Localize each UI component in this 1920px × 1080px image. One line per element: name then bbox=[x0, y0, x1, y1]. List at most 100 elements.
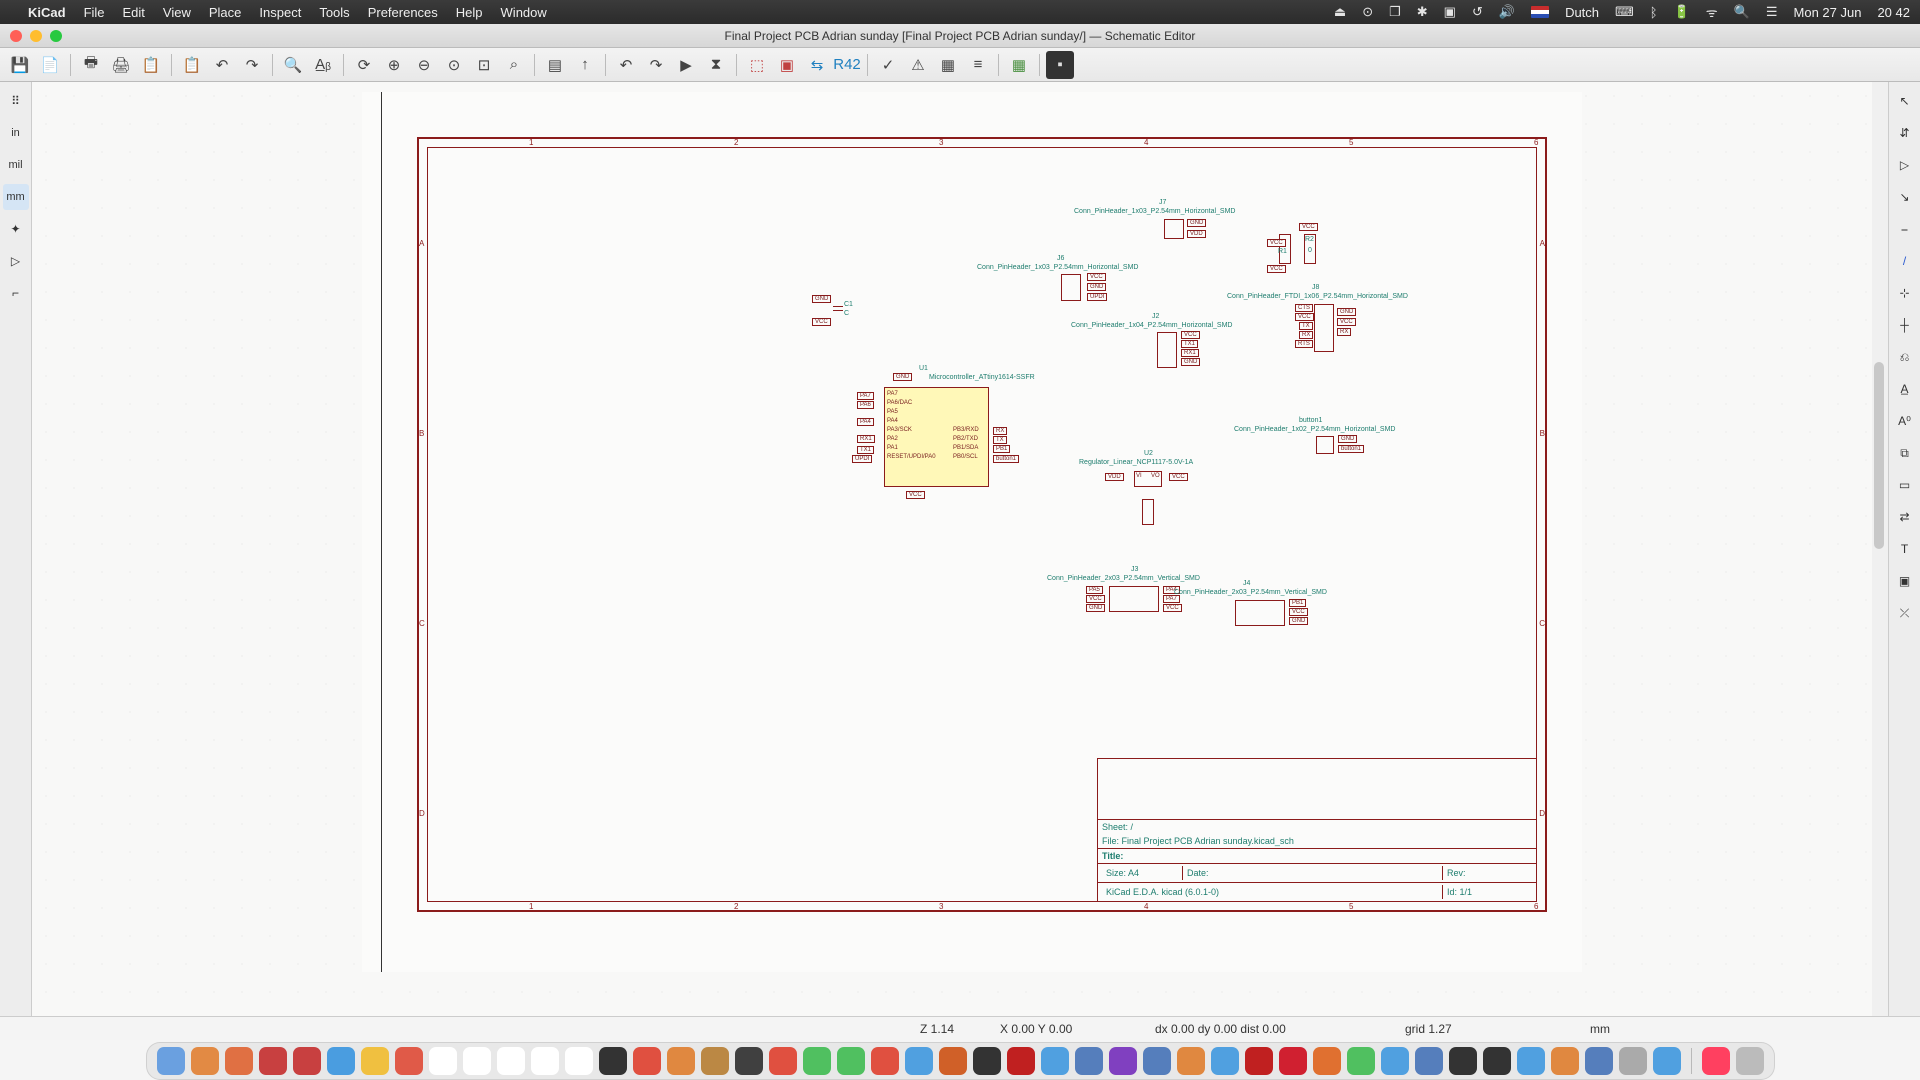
flag-icon[interactable] bbox=[1531, 6, 1549, 18]
dock-app[interactable] bbox=[1041, 1047, 1069, 1075]
redo-button[interactable]: ↷ bbox=[238, 51, 266, 79]
mirror-v-button[interactable]: ⧗ bbox=[702, 51, 730, 79]
dock-app[interactable] bbox=[429, 1047, 457, 1075]
dock-app[interactable] bbox=[1483, 1047, 1511, 1075]
dock-app[interactable] bbox=[1736, 1047, 1764, 1075]
add-label-tool[interactable]: ⎌ bbox=[1892, 344, 1918, 370]
paste-button[interactable]: 📋 bbox=[137, 51, 165, 79]
units-in-button[interactable]: in bbox=[3, 120, 29, 146]
page-settings-button[interactable]: 📄 bbox=[36, 51, 64, 79]
zoom-button[interactable] bbox=[50, 30, 62, 42]
add-bus-tool[interactable]: / bbox=[1892, 248, 1918, 274]
search-icon[interactable]: 🔍 bbox=[1734, 4, 1750, 20]
pcb-editor-button[interactable]: ▦ bbox=[1005, 51, 1033, 79]
add-sheet-tool[interactable]: ▭ bbox=[1892, 472, 1918, 498]
add-wire-tool[interactable]: ⎯ bbox=[1892, 216, 1918, 242]
zoom-out-button[interactable]: ⊖ bbox=[410, 51, 438, 79]
status-icon[interactable]: ▣ bbox=[1444, 4, 1456, 20]
dock-app[interactable] bbox=[803, 1047, 831, 1075]
wifi-icon[interactable]: ᯤ bbox=[1706, 3, 1718, 21]
control-center-icon[interactable]: ☰ bbox=[1766, 4, 1778, 20]
menu-file[interactable]: File bbox=[84, 5, 105, 20]
dock-app[interactable] bbox=[973, 1047, 1001, 1075]
volume-icon[interactable]: 🔊 bbox=[1499, 4, 1515, 20]
dock-app[interactable] bbox=[1551, 1047, 1579, 1075]
close-button[interactable] bbox=[10, 30, 22, 42]
import-sheet-tool[interactable]: ⇄ bbox=[1892, 504, 1918, 530]
dock-app[interactable] bbox=[1702, 1047, 1730, 1075]
dock-app[interactable] bbox=[1347, 1047, 1375, 1075]
add-junction-tool[interactable]: ┼ bbox=[1892, 312, 1918, 338]
schematic-canvas[interactable]: 1 2 3 4 5 6 1 2 3 4 5 6 A B C D A B C D … bbox=[32, 82, 1888, 1016]
add-noconnect-tool[interactable]: ⊹ bbox=[1892, 280, 1918, 306]
erc-button[interactable]: ⚠ bbox=[904, 51, 932, 79]
annotate-button[interactable]: ✓ bbox=[874, 51, 902, 79]
menubar-date[interactable]: Mon 27 Jun bbox=[1794, 5, 1862, 20]
zoom-selection-button[interactable]: ⌕ bbox=[500, 51, 528, 79]
dock-app[interactable] bbox=[1279, 1047, 1307, 1075]
cursor-full-button[interactable]: ✦ bbox=[3, 216, 29, 242]
dock-app[interactable] bbox=[939, 1047, 967, 1075]
menu-help[interactable]: Help bbox=[456, 5, 483, 20]
dock-app[interactable] bbox=[259, 1047, 287, 1075]
menu-preferences[interactable]: Preferences bbox=[368, 5, 438, 20]
dock-app[interactable] bbox=[769, 1047, 797, 1075]
dock-app[interactable] bbox=[735, 1047, 763, 1075]
keyboard-icon[interactable]: ⌨ bbox=[1615, 4, 1634, 20]
dock-app[interactable] bbox=[1109, 1047, 1137, 1075]
scripting-button[interactable]: ▪ bbox=[1046, 51, 1074, 79]
dock-app[interactable] bbox=[1143, 1047, 1171, 1075]
grid-button[interactable]: ⠿ bbox=[3, 88, 29, 114]
bom-button[interactable]: ≡ bbox=[964, 51, 992, 79]
menu-inspect[interactable]: Inspect bbox=[259, 5, 301, 20]
units-mm-button[interactable]: mm bbox=[3, 184, 29, 210]
status-icon[interactable]: ✱ bbox=[1417, 4, 1428, 20]
dock-app[interactable] bbox=[225, 1047, 253, 1075]
rotate-ccw-button[interactable]: ↶ bbox=[612, 51, 640, 79]
save-button[interactable]: 💾 bbox=[6, 51, 34, 79]
dock-app[interactable] bbox=[871, 1047, 899, 1075]
add-symbol-tool[interactable]: ▷ bbox=[1892, 152, 1918, 178]
bluetooth-icon[interactable]: ᛒ bbox=[1650, 5, 1658, 20]
dock-app[interactable] bbox=[361, 1047, 389, 1075]
dock-app[interactable] bbox=[1075, 1047, 1103, 1075]
zoom-objects-button[interactable]: ⊡ bbox=[470, 51, 498, 79]
dock-app[interactable] bbox=[633, 1047, 661, 1075]
add-global-label-tool[interactable]: A⁰ bbox=[1892, 408, 1918, 434]
refresh-button[interactable]: ⟳ bbox=[350, 51, 378, 79]
menubar-time[interactable]: 20 42 bbox=[1877, 5, 1910, 20]
leave-sheet-button[interactable]: ↑ bbox=[571, 51, 599, 79]
switch-pcb-button[interactable]: R42 bbox=[833, 51, 861, 79]
delete-tool[interactable]: ⤫ bbox=[1892, 600, 1918, 626]
dock-app[interactable] bbox=[1517, 1047, 1545, 1075]
highlight-net-tool[interactable]: ⇵ bbox=[1892, 120, 1918, 146]
replace-button[interactable]: A̲ᵦ bbox=[309, 51, 337, 79]
dock-app[interactable] bbox=[701, 1047, 729, 1075]
dock-app[interactable] bbox=[463, 1047, 491, 1075]
update-pcb-button[interactable]: ⇆ bbox=[803, 51, 831, 79]
add-hier-label-tool[interactable]: ⧉ bbox=[1892, 440, 1918, 466]
dock-app[interactable] bbox=[1313, 1047, 1341, 1075]
free-angle-button[interactable]: ⌐ bbox=[3, 280, 29, 306]
app-name[interactable]: KiCad bbox=[28, 5, 66, 20]
add-text-tool[interactable]: T bbox=[1892, 536, 1918, 562]
battery-icon[interactable]: 🔋 bbox=[1674, 4, 1690, 20]
hierarchy-button[interactable]: ▤ bbox=[541, 51, 569, 79]
select-tool[interactable]: ↖ bbox=[1892, 88, 1918, 114]
add-power-tool[interactable]: ↘ bbox=[1892, 184, 1918, 210]
zoom-fit-button[interactable]: ⊙ bbox=[440, 51, 468, 79]
dock-app[interactable] bbox=[531, 1047, 559, 1075]
dock-app[interactable] bbox=[191, 1047, 219, 1075]
dock-app[interactable] bbox=[157, 1047, 185, 1075]
status-icon[interactable]: ⏏ bbox=[1334, 4, 1346, 20]
dock-app[interactable] bbox=[1177, 1047, 1205, 1075]
menu-place[interactable]: Place bbox=[209, 5, 242, 20]
print-button[interactable]: 🖶 bbox=[77, 51, 105, 79]
dock-app[interactable] bbox=[327, 1047, 355, 1075]
dock-app[interactable] bbox=[1585, 1047, 1613, 1075]
clipboard-button[interactable]: 📋 bbox=[178, 51, 206, 79]
input-lang[interactable]: Dutch bbox=[1565, 5, 1599, 20]
minimize-button[interactable] bbox=[30, 30, 42, 42]
dock-app[interactable] bbox=[1007, 1047, 1035, 1075]
plot-button[interactable]: 🖨 bbox=[107, 51, 135, 79]
